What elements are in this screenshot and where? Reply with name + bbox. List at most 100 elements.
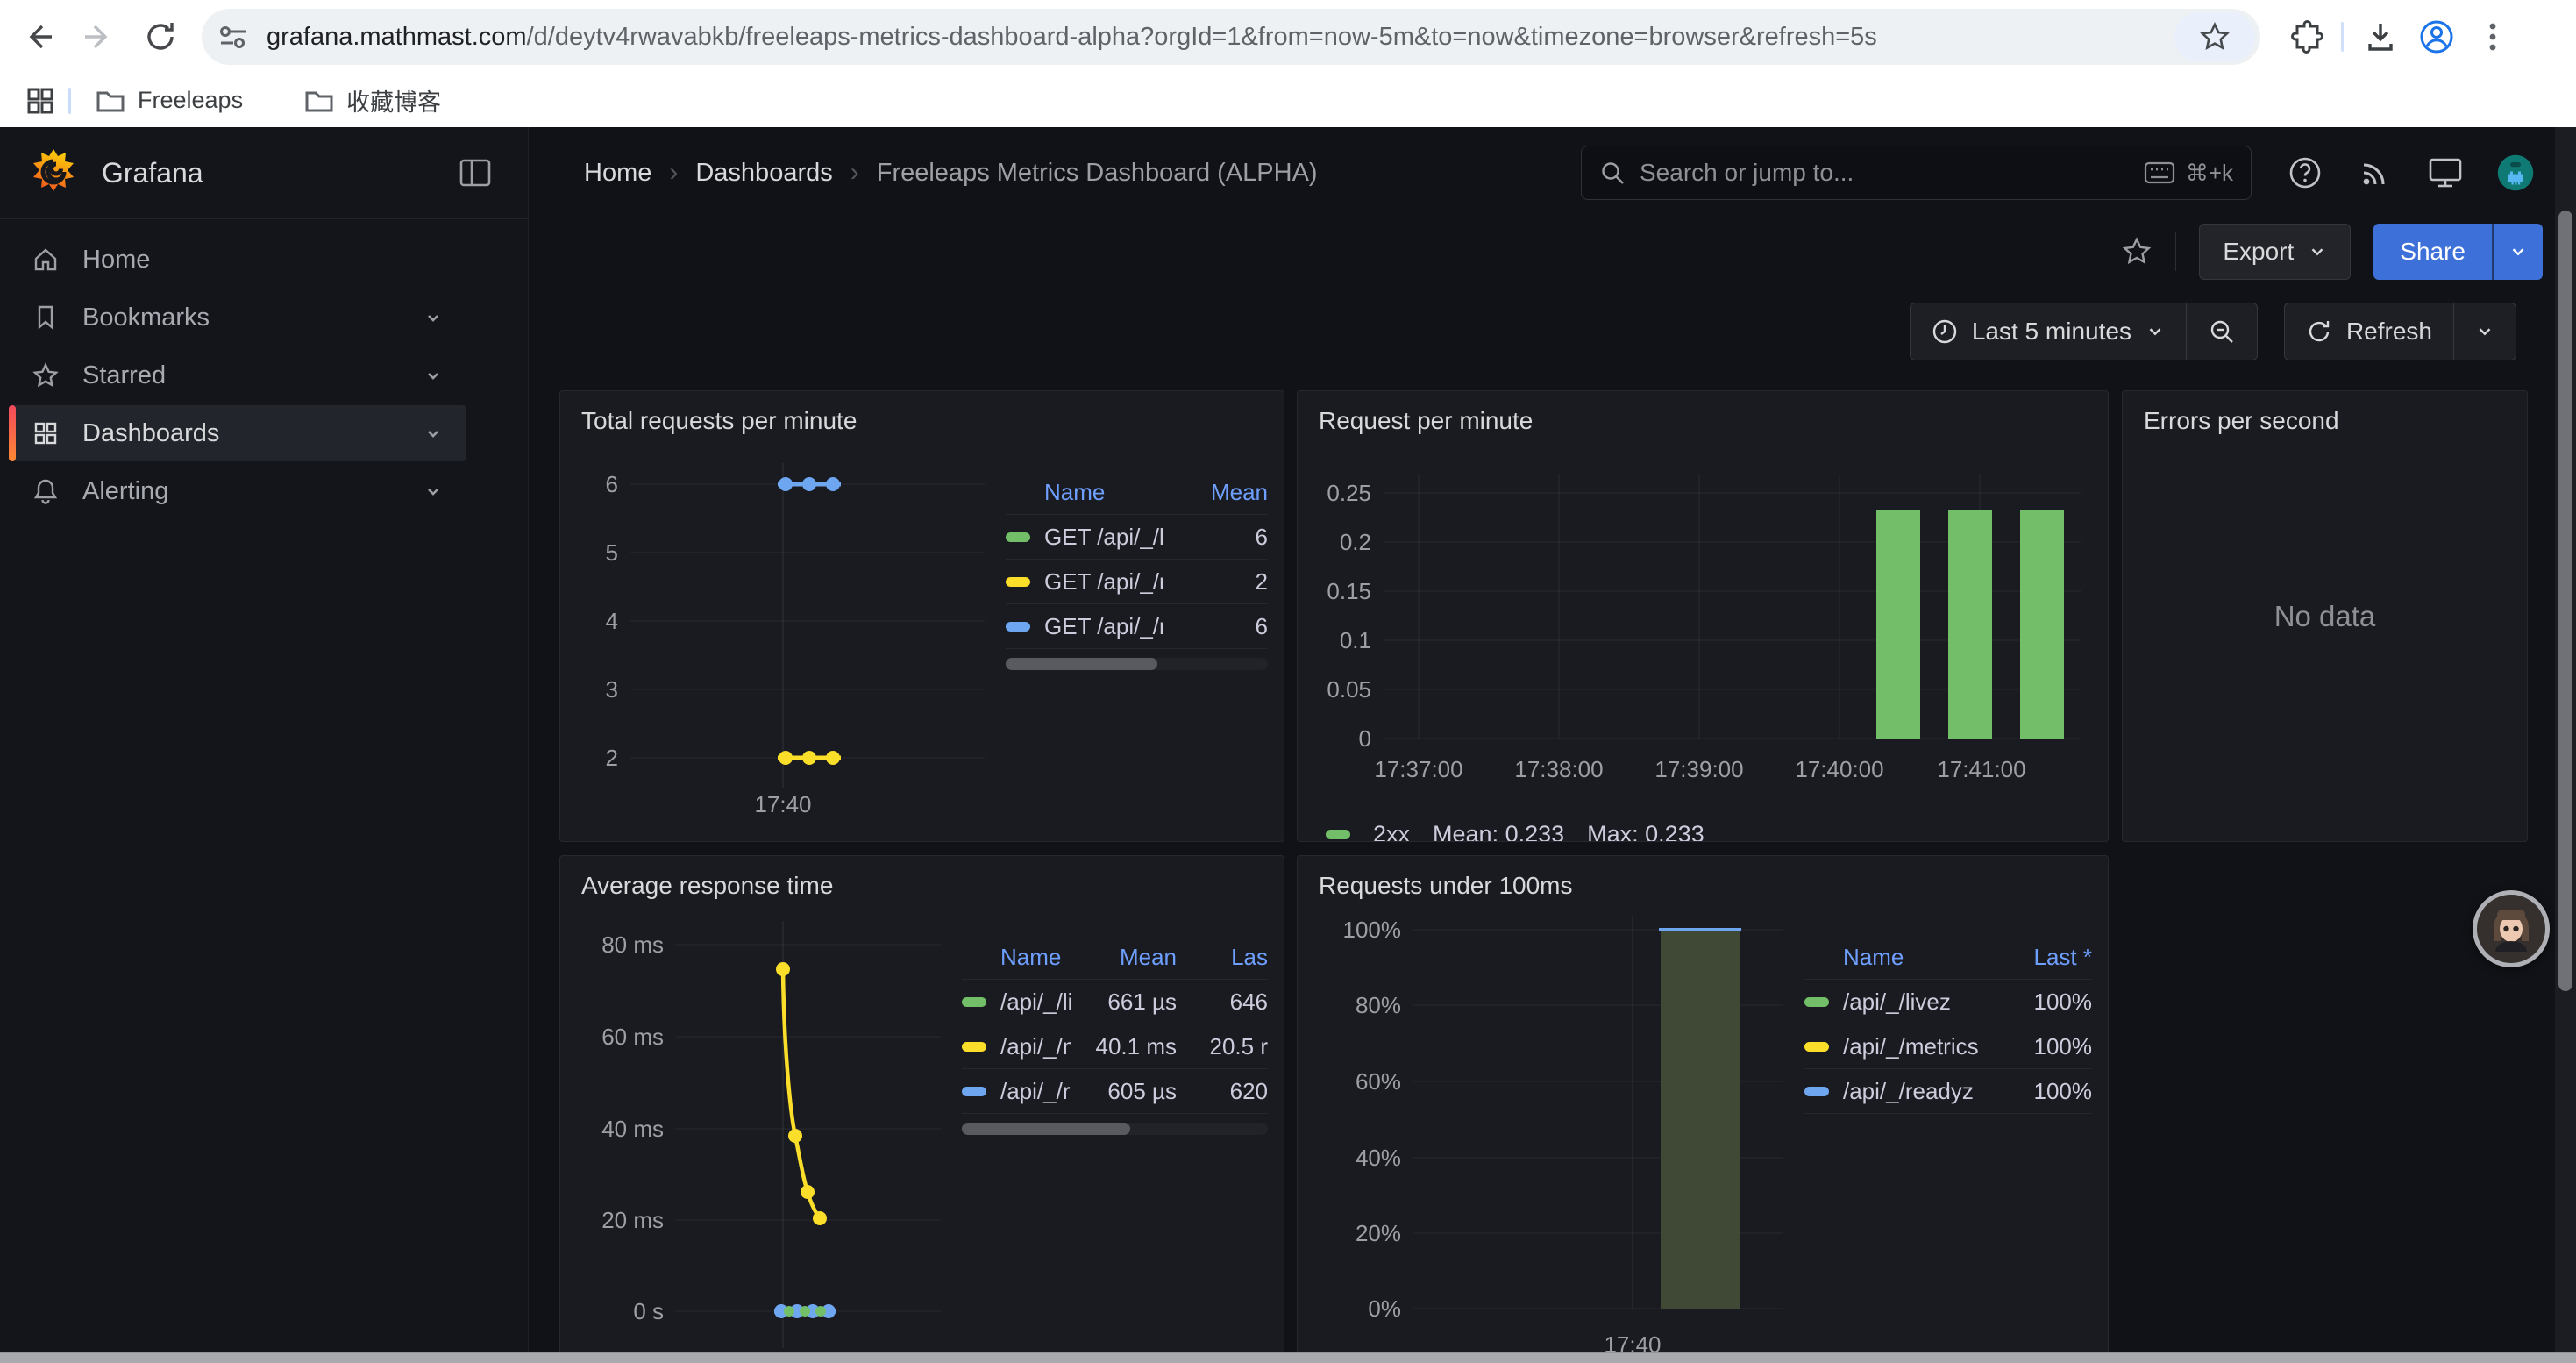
- breadcrumb-dashboards[interactable]: Dashboards: [695, 159, 832, 188]
- panel-title[interactable]: Request per minute: [1319, 407, 1533, 435]
- user-avatar[interactable]: [2497, 154, 2534, 191]
- bar-2xx[interactable]: [1948, 510, 1992, 739]
- expand-chevron-icon[interactable]: [423, 423, 444, 444]
- series-name[interactable]: /api/_/livez: [1000, 988, 1071, 1016]
- series-color-pill[interactable]: [1804, 997, 1829, 1007]
- refresh-button[interactable]: Refresh: [2285, 303, 2453, 360]
- area-fill-100pct[interactable]: [1661, 930, 1740, 1309]
- share-dropdown-button[interactable]: [2492, 224, 2543, 280]
- legend-col-mean[interactable]: Mean: [1163, 479, 1268, 506]
- bookmark-folder-freeleaps[interactable]: Freeleaps: [85, 82, 253, 119]
- series-color-pill[interactable]: [1804, 1087, 1829, 1096]
- keyboard-icon: [2144, 161, 2175, 184]
- clock-icon: [1932, 318, 1958, 345]
- panel-title[interactable]: Total requests per minute: [581, 407, 857, 435]
- legend-scrollbar[interactable]: [1006, 658, 1268, 670]
- horizontal-scrollbar[interactable]: [0, 1352, 2576, 1363]
- browser-menu-button[interactable]: [2473, 18, 2512, 56]
- legend-row: /api/_/readyz 605 µs 620: [962, 1069, 1268, 1114]
- svg-text:17:41:00: 17:41:00: [1937, 756, 2025, 782]
- legend-col-last[interactable]: Las: [1199, 944, 1268, 971]
- vertical-scrollbar-thumb[interactable]: [2558, 211, 2572, 991]
- bookmarks-bar: Freeleaps 收藏博客: [0, 74, 2576, 127]
- browser-reload-button[interactable]: [137, 13, 184, 61]
- sidebar-item-alerting[interactable]: Alerting: [9, 463, 466, 519]
- chevron-down-icon: [2508, 242, 2528, 261]
- series-name[interactable]: GET /api/_/livez: [1044, 524, 1163, 551]
- time-picker-group: Last 5 minutes: [1910, 303, 2258, 360]
- bar-2xx[interactable]: [2020, 510, 2064, 739]
- sidebar-item-dashboards[interactable]: Dashboards: [9, 405, 466, 461]
- breadcrumb-home[interactable]: Home: [584, 159, 651, 188]
- series-name[interactable]: /api/_/metrics: [1000, 1033, 1071, 1060]
- address-bar[interactable]: grafana.mathmast.com/d/deytv4rwavabkb/fr…: [202, 9, 2260, 65]
- series-name[interactable]: GET /api/_/readyz: [1044, 613, 1163, 640]
- legend-col-name[interactable]: Name: [1000, 944, 1071, 971]
- legend-col-name[interactable]: Name: [1044, 479, 1163, 506]
- svg-text:17:39:00: 17:39:00: [1654, 756, 1743, 782]
- svg-text:80 ms: 80 ms: [601, 931, 664, 958]
- panel-title[interactable]: Requests under 100ms: [1319, 872, 1573, 900]
- apps-shortcut-button[interactable]: [21, 82, 60, 120]
- bar-2xx[interactable]: [1876, 510, 1920, 739]
- expand-chevron-icon[interactable]: [423, 365, 444, 386]
- series-color-pill[interactable]: [962, 1087, 986, 1096]
- chevron-down-icon: [2145, 322, 2165, 341]
- series-color-pill[interactable]: [1006, 577, 1030, 587]
- downloads-button[interactable]: [2361, 18, 2400, 56]
- legend-row: GET /api/_/readyz 6: [1006, 604, 1268, 649]
- series-color-pill[interactable]: [1804, 1042, 1829, 1052]
- legend-inline: 2xx Mean: 0.233 Max: 0.233: [1326, 821, 2108, 842]
- panel-title[interactable]: Average response time: [581, 872, 833, 900]
- share-label: Share: [2400, 238, 2466, 266]
- time-range-picker[interactable]: Last 5 minutes: [1911, 303, 2186, 360]
- sidebar-item-bookmarks[interactable]: Bookmarks: [9, 289, 466, 346]
- share-button[interactable]: Share: [2373, 224, 2492, 280]
- series-color-pill[interactable]: [1006, 532, 1030, 542]
- legend-col-name[interactable]: Name: [1843, 944, 1987, 971]
- series-name[interactable]: /api/_/livez: [1843, 988, 1987, 1016]
- legend-scrollbar[interactable]: [962, 1123, 1268, 1135]
- kiosk-mode-button[interactable]: [2427, 154, 2464, 191]
- expand-chevron-icon[interactable]: [423, 307, 444, 328]
- series-color-pill[interactable]: [962, 997, 986, 1007]
- series-color-pill[interactable]: [1006, 622, 1030, 632]
- favorite-dashboard-button[interactable]: [2121, 236, 2153, 268]
- sidebar-item-home[interactable]: Home: [9, 232, 466, 288]
- series-name[interactable]: 2xx: [1373, 821, 1410, 842]
- browser-profile-button[interactable]: [2417, 18, 2456, 56]
- folder-icon: [304, 88, 334, 114]
- help-button[interactable]: [2287, 154, 2323, 191]
- legend-col-last[interactable]: Last *: [1987, 944, 2092, 971]
- series-color-pill[interactable]: [962, 1042, 986, 1052]
- bookmark-page-button[interactable]: [2174, 12, 2255, 61]
- refresh-interval-dropdown[interactable]: [2453, 303, 2516, 360]
- download-icon: [2363, 19, 2398, 54]
- sidebar-item-starred[interactable]: Starred: [9, 347, 466, 403]
- floating-assistant-avatar[interactable]: [2473, 890, 2550, 967]
- extensions-button[interactable]: [2285, 18, 2323, 56]
- zoom-out-time-button[interactable]: [2186, 303, 2257, 360]
- bookmark-folder-blogs[interactable]: 收藏博客: [294, 78, 452, 123]
- series-color-pill[interactable]: [1326, 830, 1350, 839]
- legend-col-mean[interactable]: Mean: [1071, 944, 1177, 971]
- svg-text:3: 3: [606, 676, 618, 703]
- series-name[interactable]: /api/_/metrics: [1843, 1033, 1987, 1060]
- export-button[interactable]: Export: [2199, 224, 2351, 280]
- site-settings-button[interactable]: [214, 18, 253, 56]
- series-name[interactable]: /api/_/readyz: [1000, 1078, 1071, 1105]
- browser-back-button[interactable]: [14, 13, 61, 61]
- url-text[interactable]: grafana.mathmast.com/d/deytv4rwavabkb/fr…: [267, 23, 1877, 52]
- series-last: 100%: [1987, 1078, 2092, 1105]
- series-name[interactable]: GET /api/_/metrics: [1044, 568, 1163, 596]
- search-input[interactable]: Search or jump to... ⌘+k: [1581, 146, 2252, 200]
- expand-chevron-icon[interactable]: [423, 481, 444, 502]
- legend-table: Name Last * /api/_/livez 100% /api/_/met…: [1804, 935, 2092, 1363]
- back-arrow-icon: [20, 19, 55, 54]
- collapse-sidebar-button[interactable]: [458, 157, 493, 189]
- series-mean: 2: [1163, 568, 1268, 596]
- news-button[interactable]: [2357, 154, 2394, 191]
- series-name[interactable]: /api/_/readyz: [1843, 1078, 1987, 1105]
- grafana-logo: [28, 147, 79, 198]
- browser-forward-button[interactable]: [75, 13, 123, 61]
